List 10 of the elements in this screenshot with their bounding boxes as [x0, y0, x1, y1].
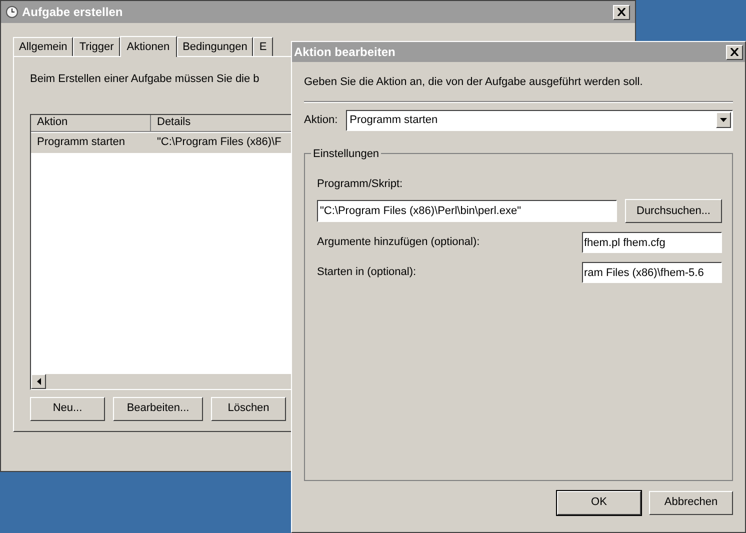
- dialog-title: Aktion bearbeiten: [294, 44, 396, 61]
- field-label: Argumente hinzufügen (optional):: [317, 235, 480, 250]
- table-cell-text: "C:\Program Files (x86)\F: [156, 135, 282, 150]
- table-cell-text: Programm starten: [36, 135, 126, 150]
- dropdown-value: Programm starten: [350, 112, 438, 128]
- field-label: Starten in (optional):: [317, 265, 416, 280]
- window-title: Aufgabe erstellen: [22, 4, 123, 21]
- instruction-text: Geben Sie die Aktion an, die von der Aufgabe ausgeführt werden soll.: [304, 75, 643, 90]
- field-label: Programm/Skript:: [317, 176, 404, 192]
- description-text: Beim Erstellen einer Aufgabe müssen Sie die b: [30, 72, 260, 87]
